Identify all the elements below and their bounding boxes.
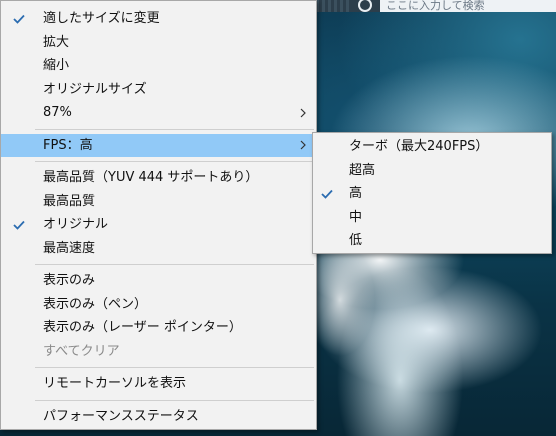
chevron-right-icon	[300, 134, 306, 158]
menu-item-view-only-pen[interactable]: 表示のみ（ペン）	[1, 293, 316, 317]
menu-separator	[35, 399, 314, 401]
menu-item-label: オリジナルサイズ	[43, 81, 147, 97]
fps-option-very-high[interactable]: 超高	[313, 159, 551, 183]
menu-item-view-only-laser[interactable]: 表示のみ（レーザー ポインター）	[1, 316, 316, 340]
menu-item-zoom-percent[interactable]: 87%	[1, 101, 316, 125]
menu-item-label: 超高	[349, 162, 376, 178]
taskbar: ここに入力して検索	[316, 0, 556, 12]
taskbar-edge	[316, 0, 352, 12]
taskbar-search-box[interactable]: ここに入力して検索	[380, 0, 556, 12]
menu-item-fit-to-window[interactable]: 適したサイズに変更	[1, 7, 316, 31]
fps-submenu: ターボ（最大240FPS） 超高 高 中 低	[312, 132, 552, 254]
menu-separator	[35, 128, 314, 130]
menu-item-label: 中	[349, 209, 363, 225]
menu-separator	[35, 264, 314, 265]
menu-separator	[35, 161, 314, 162]
cortana-icon[interactable]	[358, 0, 372, 12]
menu-separator	[35, 367, 314, 368]
check-icon	[320, 182, 334, 206]
menu-item-label: 表示のみ	[43, 273, 96, 288]
menu-item-label: パフォーマンスステータス	[43, 408, 199, 424]
menu-item-quality-yuv444[interactable]: 最高品質（YUV 444 サポートあり）	[1, 166, 316, 190]
menu-item-label: FPS：高	[43, 137, 93, 153]
fps-option-turbo[interactable]: ターボ（最大240FPS）	[313, 135, 551, 159]
menu-item-zoom-out[interactable]: 縮小	[1, 54, 316, 78]
menu-item-zoom-in[interactable]: 拡大	[1, 31, 316, 55]
menu-item-label: 低	[349, 233, 363, 248]
fps-option-high[interactable]: 高	[313, 182, 551, 206]
check-icon	[12, 213, 26, 237]
menu-item-quality-original[interactable]: オリジナル	[1, 213, 316, 237]
menu-item-label: 高	[349, 186, 363, 201]
menu-item-label: すべてクリア	[43, 343, 120, 359]
context-menu: 適したサイズに変更 拡大 縮小 オリジナルサイズ 87% FPS：高 最高品質（…	[0, 0, 317, 430]
menu-item-performance-status[interactable]: パフォーマンスステータス	[1, 405, 316, 429]
menu-item-label: 最高品質	[43, 193, 96, 209]
menu-item-quality-best[interactable]: 最高品質	[1, 190, 316, 214]
menu-item-label: ターボ（最大240FPS）	[349, 139, 489, 154]
menu-item-clear-all: すべてクリア	[1, 340, 316, 364]
menu-item-label: 表示のみ（レーザー ポインター）	[43, 320, 242, 335]
chevron-right-icon	[300, 101, 306, 125]
menu-item-label: 縮小	[43, 58, 70, 73]
menu-item-label: オリジナル	[43, 217, 109, 232]
menu-item-label: 最高速度	[43, 240, 96, 256]
menu-item-label: 適したサイズに変更	[43, 11, 160, 26]
menu-item-label: 拡大	[43, 34, 70, 50]
menu-item-label: 87%	[43, 105, 72, 120]
menu-item-show-remote-cursor[interactable]: リモートカーソルを表示	[1, 372, 316, 396]
menu-item-label: リモートカーソルを表示	[43, 376, 187, 391]
menu-item-view-only[interactable]: 表示のみ	[1, 269, 316, 293]
menu-item-original-size[interactable]: オリジナルサイズ	[1, 78, 316, 102]
check-icon	[12, 7, 26, 31]
menu-item-label: 表示のみ（ペン）	[43, 296, 148, 312]
menu-item-label: 最高品質（YUV 444 サポートあり）	[43, 170, 259, 185]
fps-option-low[interactable]: 低	[313, 229, 551, 253]
menu-item-fps[interactable]: FPS：高	[1, 133, 316, 158]
fps-option-medium[interactable]: 中	[313, 206, 551, 230]
menu-item-quality-speed[interactable]: 最高速度	[1, 237, 316, 261]
